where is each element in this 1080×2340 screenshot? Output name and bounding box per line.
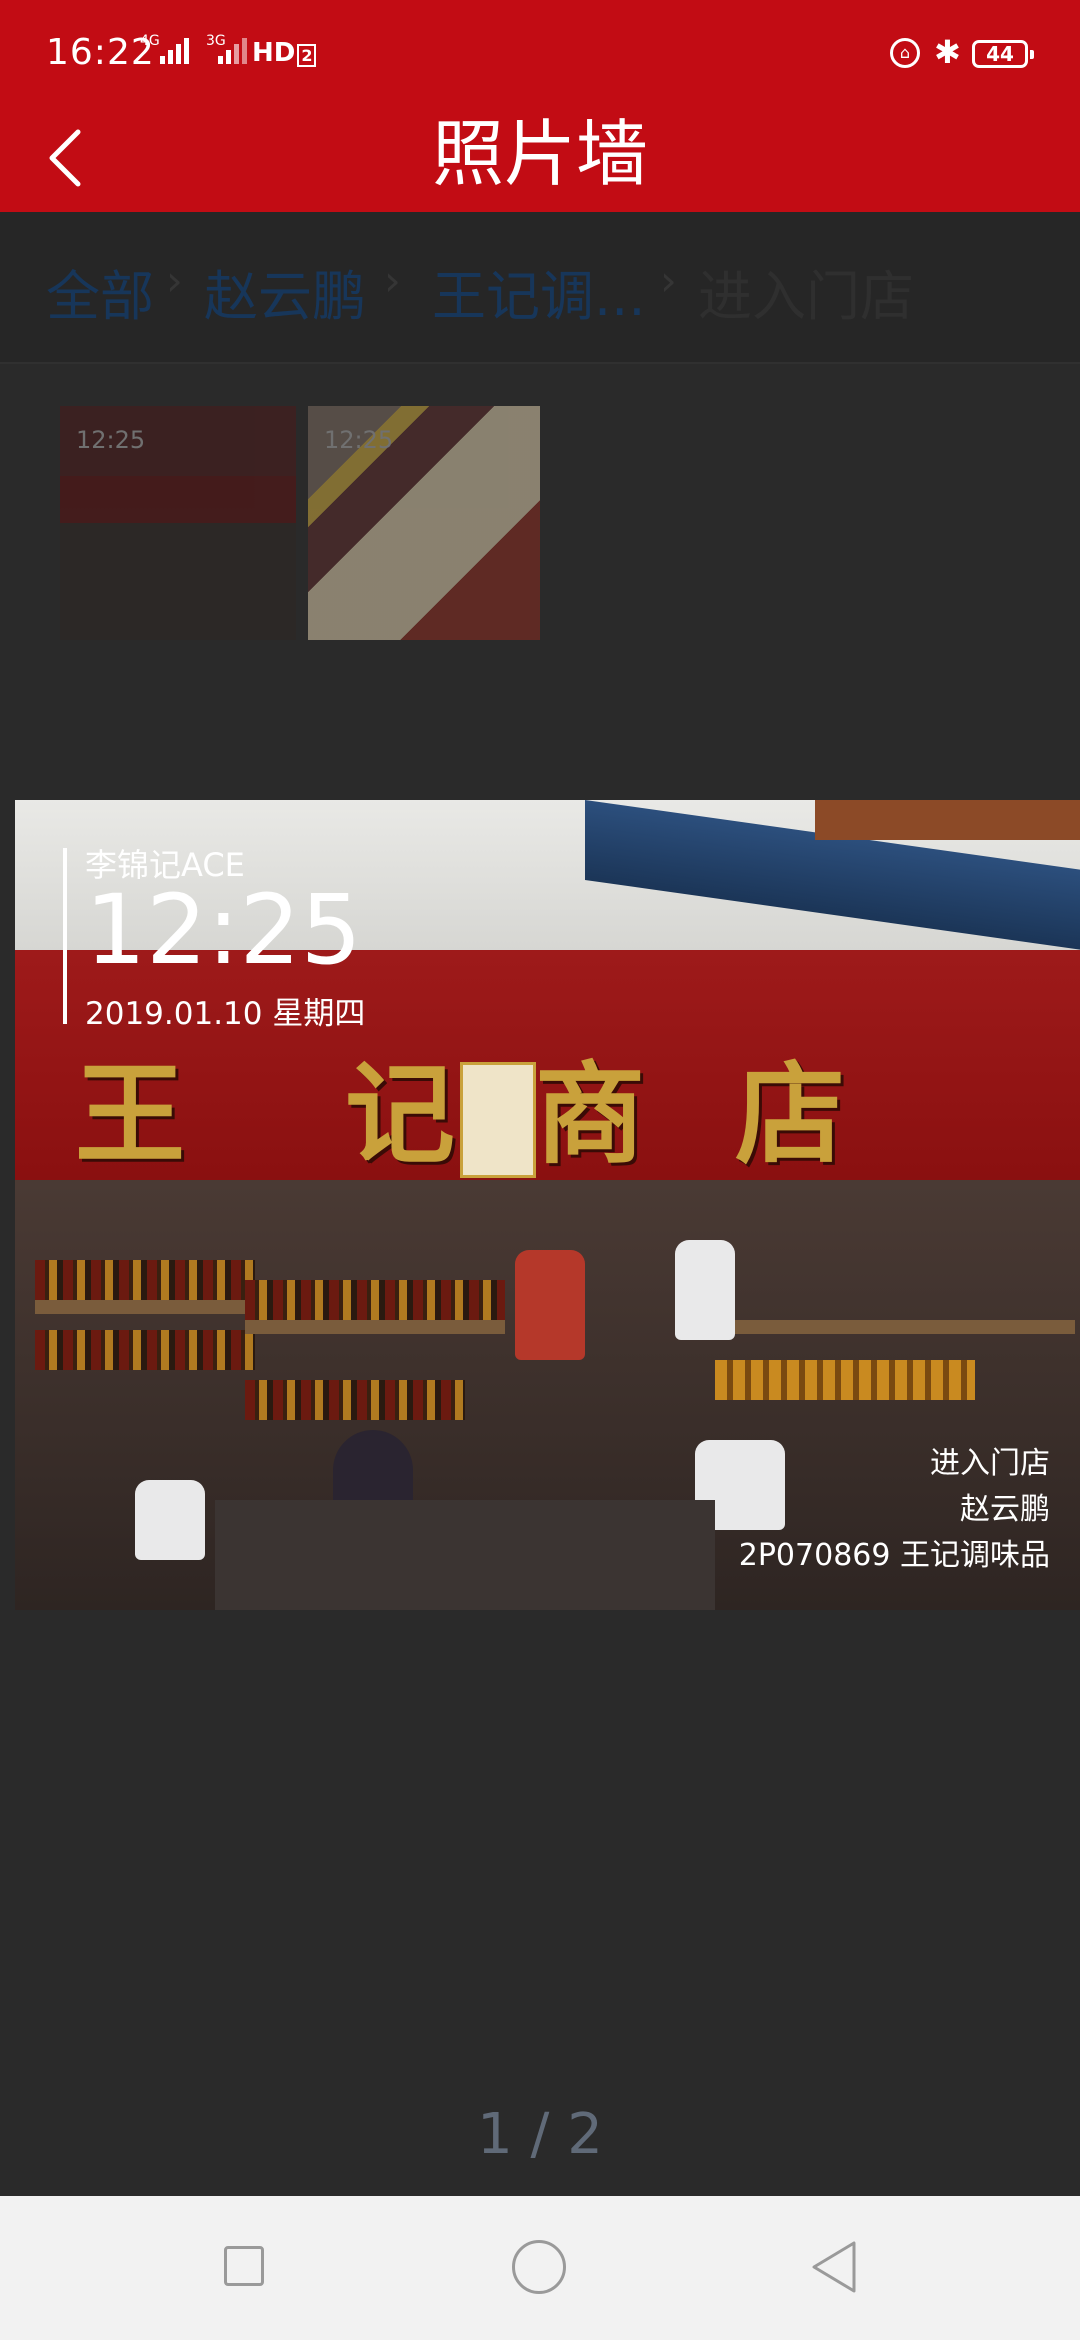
status-time: 16:22 (46, 32, 155, 73)
watermark-store: 2P070869 王记调味品 (738, 1538, 1050, 1573)
breadcrumb-item-store[interactable]: 王记调... (432, 252, 646, 331)
page-indicator: 1 / 2 (477, 2102, 603, 2167)
battery-icon: 44 (972, 40, 1034, 68)
breadcrumb: 全部 › 赵云鹏 › 王记调... › 进入门店 (0, 212, 1080, 364)
watermark-date: 2019.01.10 星期四 (85, 996, 366, 1032)
network-4g-label: 4G (140, 33, 160, 49)
chevron-right-icon: › (384, 256, 401, 305)
back-arrow-icon (49, 129, 81, 187)
watermark-bar (63, 848, 67, 1024)
breadcrumb-item-all[interactable]: 全部 (46, 252, 154, 331)
watermark-time: 12:25 (85, 874, 362, 986)
photo-thumbnail-2[interactable]: 12:25 (308, 406, 540, 640)
back-nav-button[interactable] (808, 2238, 860, 2296)
breadcrumb-item-person[interactable]: 赵云鹏 (204, 252, 366, 331)
status-bar: 16:22 4G 3G HD 2 ⌂ ✱ 44 (0, 0, 1080, 104)
chevron-right-icon: › (660, 256, 677, 305)
home-button[interactable] (512, 2240, 566, 2294)
recents-button[interactable] (224, 2246, 264, 2286)
signal-icon-2 (218, 38, 247, 64)
tree-logo-icon (460, 1062, 536, 1178)
app-header: 照片墙 (0, 104, 1080, 212)
system-nav-bar (0, 2196, 1080, 2340)
signal-icon (160, 38, 189, 64)
hd-voice-icon: HD 2 (252, 38, 317, 68)
photo-preview[interactable]: 王 记 商 店 李锦记ACE 12:25 2019.01.10 星期四 进入门店… (15, 800, 1080, 1610)
back-button[interactable] (38, 118, 98, 194)
photo-thumbnail-1[interactable]: 12:25 (60, 406, 296, 640)
watermark-person: 赵云鹏 (960, 1492, 1050, 1527)
page-title: 照片墙 (431, 112, 648, 196)
watermark-action: 进入门店 (930, 1446, 1050, 1481)
chevron-right-icon: › (166, 256, 183, 305)
bluetooth-icon: ✱ (934, 33, 961, 71)
breadcrumb-item-current: 进入门店 (698, 265, 914, 328)
rotation-lock-icon: ⌂ (890, 38, 920, 68)
